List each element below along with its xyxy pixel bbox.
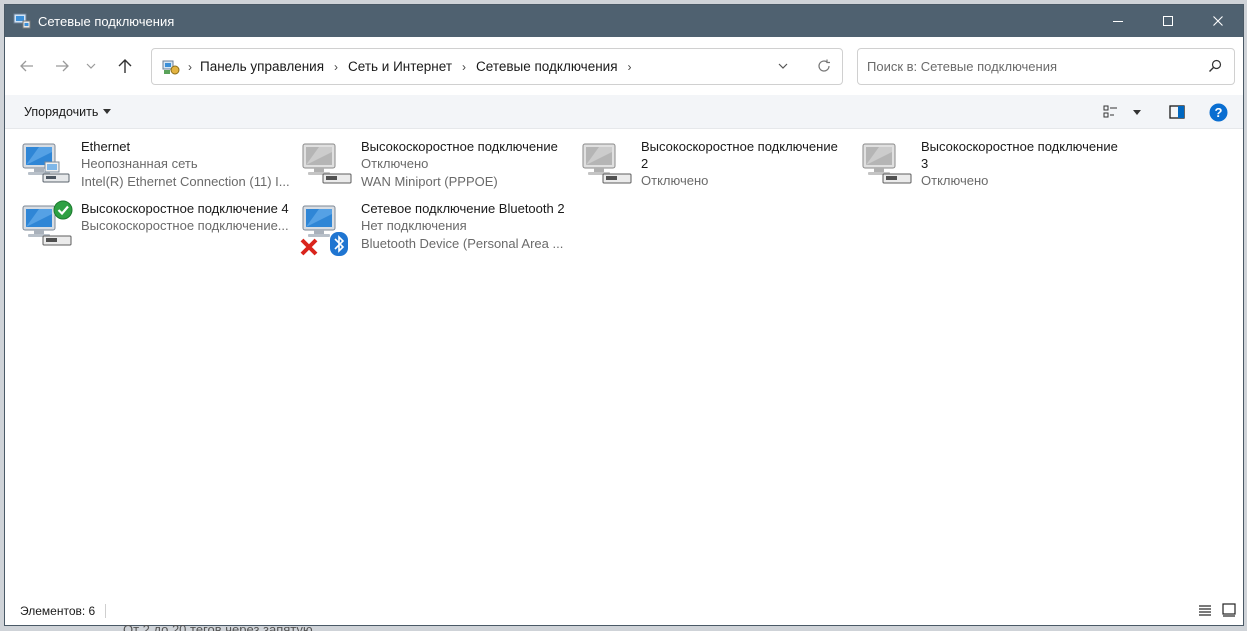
help-button[interactable]: ?	[1209, 103, 1228, 122]
maximize-icon	[1163, 16, 1173, 26]
connection-item-broadband-4[interactable]: Высокоскоростное подключение 4 Высокоско…	[5, 200, 289, 260]
chevron-down-icon	[778, 63, 788, 69]
breadcrumb-separator-icon[interactable]: ›	[628, 60, 632, 74]
large-icons-view-icon	[1222, 603, 1236, 617]
details-view-icon	[1199, 605, 1211, 616]
connection-status: Высокоскоростное подключение...	[81, 218, 289, 233]
organize-button[interactable]: Упорядочить	[24, 104, 112, 119]
arrow-right-icon	[56, 60, 69, 72]
breadcrumb-separator-icon: ›	[334, 59, 339, 74]
connection-item-bluetooth[interactable]: Сетевое подключение Bluetooth 2 Нет подк…	[285, 200, 565, 260]
minimize-button[interactable]	[1093, 5, 1143, 37]
broadband-disabled-icon	[579, 138, 637, 196]
help-icon: ?	[1209, 103, 1228, 121]
change-view-button[interactable]	[1103, 105, 1119, 119]
chevron-down-icon	[86, 63, 96, 69]
up-button[interactable]	[108, 49, 142, 83]
close-button[interactable]	[1193, 5, 1243, 37]
connection-device: WAN Miniport (PPPOE)	[361, 174, 498, 189]
forward-button[interactable]	[45, 49, 79, 83]
command-bar: Упорядочить ?	[5, 95, 1243, 129]
items-count: Элементов: 6	[20, 604, 96, 618]
breadcrumb-separator-icon: ›	[462, 59, 467, 74]
close-icon	[1213, 16, 1223, 26]
network-connections-app-icon	[13, 13, 31, 29]
broadband-disabled-icon	[299, 138, 357, 196]
background-page-text: От 2 до 20 тегов через запятую	[123, 622, 313, 631]
breadcrumb-separator-icon: ›	[188, 59, 192, 74]
preview-pane-button[interactable]	[1169, 105, 1185, 119]
connection-device: Intel(R) Ethernet Connection (11) I...	[81, 174, 290, 189]
minimize-icon	[1113, 21, 1123, 22]
breadcrumb-network-connections[interactable]: Сетевые подключения	[476, 59, 618, 74]
preview-pane-icon	[1169, 105, 1185, 119]
connection-item-ethernet[interactable]: Ethernet Неопознанная сеть Intel(R) Ethe…	[5, 138, 290, 198]
view-menu-button[interactable]	[1125, 109, 1141, 115]
breadcrumb-network-internet[interactable]: Сеть и Интернет	[348, 59, 452, 74]
large-icons-view-button[interactable]	[1221, 602, 1237, 621]
refresh-icon	[818, 59, 830, 72]
connection-name: Высокоскоростное подключение 4	[81, 201, 289, 216]
broadband-disabled-icon	[859, 138, 917, 196]
organize-label: Упорядочить	[24, 104, 99, 119]
svg-text:?: ?	[1215, 105, 1223, 120]
connection-name: Высокоскоростное подключение 3	[921, 139, 1118, 171]
connection-name: Ethernet	[81, 139, 131, 154]
connection-item-broadband-2[interactable]: Высокоскоростное подключение 2 Отключено	[565, 138, 845, 198]
network-connections-window: Сетевые подключения › Панель управления …	[4, 4, 1244, 626]
window-title: Сетевые подключения	[38, 13, 175, 29]
bluetooth-network-icon	[299, 200, 357, 258]
status-bar: Элементов: 6	[5, 597, 1243, 625]
connections-list: Ethernet Неопознанная сеть Intel(R) Ethe…	[5, 130, 1243, 600]
caret-down-icon	[103, 109, 112, 114]
connection-item-broadband-3[interactable]: Высокоскоростное подключение 3 Отключено	[845, 138, 1125, 198]
control-panel-icon	[162, 59, 180, 75]
arrow-left-icon	[20, 60, 33, 72]
title-bar[interactable]: Сетевые подключения	[5, 5, 1243, 37]
connection-status: Нет подключения	[361, 218, 467, 233]
search-icon[interactable]	[1208, 59, 1222, 76]
connection-name: Высокоскоростное подключение 2	[641, 139, 838, 171]
recent-locations-button[interactable]	[79, 49, 103, 83]
connection-item-broadband-1[interactable]: Высокоскоростное подключение Отключено W…	[285, 138, 565, 198]
ethernet-network-icon	[19, 138, 77, 196]
broadband-connected-icon	[19, 200, 77, 258]
connection-status: Отключено	[361, 156, 429, 171]
navigation-bar: › Панель управления › Сеть и Интернет › …	[5, 37, 1243, 95]
view-options-icon	[1103, 105, 1117, 118]
connection-status: Отключено	[921, 173, 989, 188]
back-button[interactable]	[10, 49, 44, 83]
search-box[interactable]	[857, 48, 1235, 85]
search-input[interactable]	[867, 51, 1197, 82]
connection-status: Отключено	[641, 173, 709, 188]
breadcrumb-control-panel[interactable]: Панель управления	[200, 59, 324, 74]
details-view-button[interactable]	[1197, 602, 1213, 621]
refresh-button[interactable]	[816, 58, 832, 77]
arrow-up-icon	[118, 59, 132, 73]
connection-name: Высокоскоростное подключение	[361, 139, 558, 154]
connection-device: Bluetooth Device (Personal Area ...	[361, 236, 564, 251]
address-bar[interactable]: › Панель управления › Сеть и Интернет › …	[151, 48, 843, 85]
address-history-button[interactable]	[776, 59, 790, 76]
status-divider	[105, 604, 107, 618]
maximize-button[interactable]	[1143, 5, 1193, 37]
connection-name: Сетевое подключение Bluetooth 2	[361, 201, 565, 216]
caret-down-icon	[1133, 109, 1141, 115]
connection-status: Неопознанная сеть	[81, 156, 198, 171]
